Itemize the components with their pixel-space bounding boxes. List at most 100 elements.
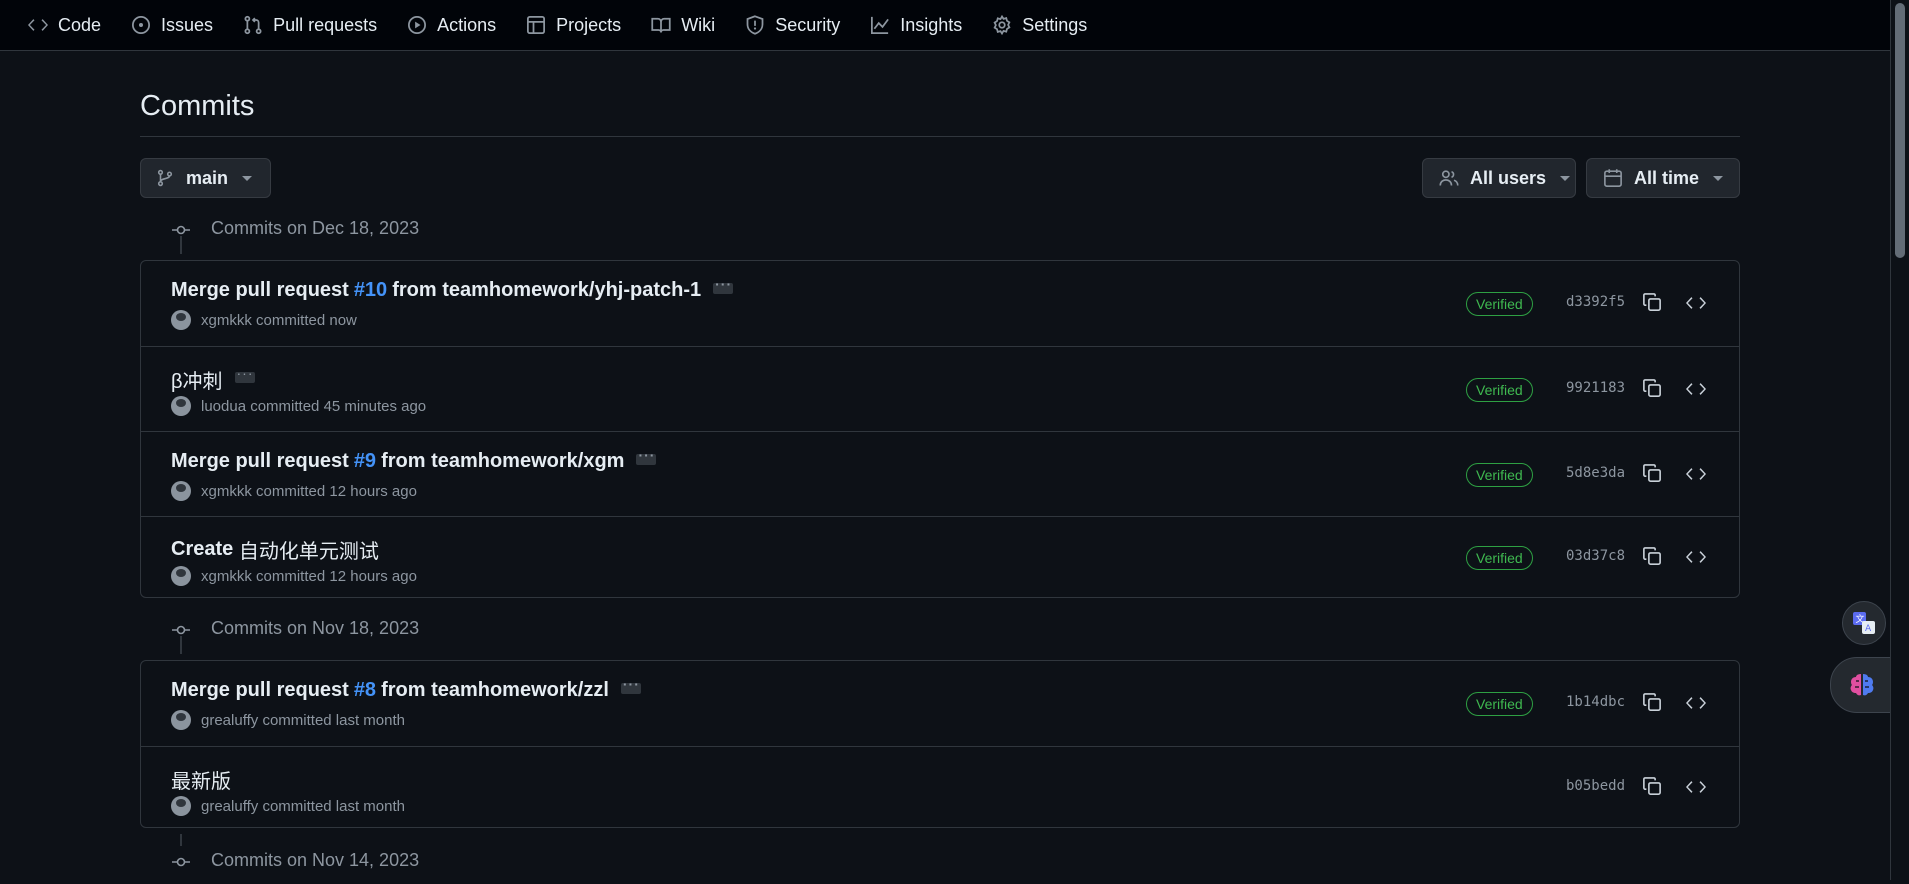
branch-selector-button[interactable]: main xyxy=(140,158,271,198)
avatar[interactable] xyxy=(171,566,191,586)
verified-badge[interactable]: Verified xyxy=(1466,292,1533,316)
translate-extension-button[interactable]: 文A xyxy=(1842,601,1886,645)
commit-row: Merge pull request #9 from teamhomework/… xyxy=(141,431,1739,516)
commit-author[interactable]: xgmkkk xyxy=(201,483,252,500)
tab-issues[interactable]: Issues xyxy=(121,7,223,43)
brain-icon xyxy=(1846,669,1878,701)
commit-meta: grealuffy committed last month xyxy=(171,796,405,816)
verified-badge[interactable]: Verified xyxy=(1466,692,1533,716)
commit-message[interactable]: Merge pull request #9 from teamhomework/… xyxy=(171,447,657,473)
commit-message-text: from teamhomework/xgm xyxy=(381,450,625,472)
svg-text:A: A xyxy=(1865,624,1872,634)
expand-description-button[interactable] xyxy=(713,276,734,294)
commit-row: β冲刺 luodua committed 45 minutes ago Veri… xyxy=(141,346,1739,431)
pull-request-link[interactable]: #9 xyxy=(354,450,376,473)
verified-badge[interactable]: Verified xyxy=(1466,546,1533,570)
commit-group-date: Commits on Nov 18, 2023 xyxy=(211,618,420,638)
commit-message-text: 最新版 xyxy=(171,771,231,793)
commit-action: committed xyxy=(256,311,326,329)
commit-action: committed xyxy=(262,711,332,729)
timeline-line xyxy=(180,834,182,846)
avatar[interactable] xyxy=(171,481,191,501)
browse-code-icon[interactable] xyxy=(1686,547,1706,572)
expand-description-button[interactable] xyxy=(620,676,641,694)
tab-settings[interactable]: Settings xyxy=(982,7,1097,43)
commit-author[interactable]: grealuffy xyxy=(201,712,258,729)
commit-time: 12 hours ago xyxy=(329,482,417,500)
commit-action: committed xyxy=(256,567,326,585)
commit-sha[interactable]: d3392f5 xyxy=(1566,294,1625,310)
commit-author[interactable]: luodua xyxy=(201,398,246,415)
avatar[interactable] xyxy=(171,710,191,730)
page-title: Commits xyxy=(140,90,255,122)
commit-author[interactable]: xgmkkk xyxy=(201,568,252,585)
book-icon xyxy=(651,15,681,35)
commit-sha[interactable]: 03d37c8 xyxy=(1566,548,1625,564)
commit-dot-icon xyxy=(172,855,190,873)
copy-icon[interactable] xyxy=(1642,692,1662,717)
ai-assistant-extension-button[interactable] xyxy=(1830,657,1894,713)
browse-code-icon[interactable] xyxy=(1686,777,1706,802)
tab-wiki-label: Wiki xyxy=(681,14,716,35)
commit-message[interactable]: Merge pull request #10 from teamhomework… xyxy=(171,276,734,302)
commit-message[interactable]: β冲刺 xyxy=(171,365,255,394)
tab-actions[interactable]: Actions xyxy=(397,7,506,43)
tab-settings-label: Settings xyxy=(1022,14,1088,35)
commit-dot-icon xyxy=(172,223,190,241)
commit-sha[interactable]: 9921183 xyxy=(1566,380,1625,396)
commit-sha[interactable]: 5d8e3da xyxy=(1566,465,1625,481)
tab-insights[interactable]: Insights xyxy=(860,7,972,43)
copy-icon[interactable] xyxy=(1642,463,1662,488)
commit-meta: luodua committed 45 minutes ago xyxy=(171,396,426,416)
copy-icon[interactable] xyxy=(1642,378,1662,403)
pull-request-link[interactable]: #10 xyxy=(354,279,387,302)
commit-message[interactable]: Merge pull request #8 from teamhomework/… xyxy=(171,676,641,702)
time-filter-label: All time xyxy=(1634,167,1700,188)
verified-badge[interactable]: Verified xyxy=(1466,463,1533,487)
commit-time: now xyxy=(329,311,357,329)
tab-security[interactable]: Security xyxy=(735,7,850,43)
avatar[interactable] xyxy=(171,396,191,416)
commit-row: Merge pull request #8 from teamhomework/… xyxy=(141,661,1739,746)
gear-icon xyxy=(992,15,1022,35)
avatar[interactable] xyxy=(171,796,191,816)
pull-request-link[interactable]: #8 xyxy=(354,679,376,702)
tab-projects[interactable]: Projects xyxy=(516,7,631,43)
users-filter-button[interactable]: All users xyxy=(1422,158,1576,198)
commit-sha[interactable]: 1b14dbc xyxy=(1566,694,1625,710)
tab-projects-label: Projects xyxy=(556,14,622,35)
commit-action: committed xyxy=(256,482,326,500)
expand-description-button[interactable] xyxy=(636,447,657,465)
browse-code-icon[interactable] xyxy=(1686,379,1706,404)
commit-author[interactable]: grealuffy xyxy=(201,798,258,815)
copy-icon[interactable] xyxy=(1642,776,1662,801)
commit-group-date: Commits on Nov 14, 2023 xyxy=(211,850,420,870)
commit-row: Create 自动化单元测试 xgmkkk committed 12 hours… xyxy=(141,516,1739,597)
commit-message[interactable]: 最新版 xyxy=(171,765,231,794)
page-scrollbar[interactable] xyxy=(1890,0,1909,880)
tab-issues-label: Issues xyxy=(161,14,214,35)
browse-code-icon[interactable] xyxy=(1686,293,1706,318)
commit-group-header: Commits on Nov 18, 2023 xyxy=(140,604,1740,654)
expand-description-button[interactable] xyxy=(234,365,255,383)
issue-icon xyxy=(131,15,161,35)
commit-author[interactable]: xgmkkk xyxy=(201,312,252,329)
commit-message-text: β冲刺 xyxy=(171,371,223,393)
browse-code-icon[interactable] xyxy=(1686,693,1706,718)
calendar-icon xyxy=(1603,168,1623,188)
tab-pull-requests-label: Pull requests xyxy=(273,14,378,35)
commit-message[interactable]: Create 自动化单元测试 xyxy=(171,535,379,564)
time-filter-button[interactable]: All time xyxy=(1586,158,1740,198)
copy-icon[interactable] xyxy=(1642,292,1662,317)
verified-badge[interactable]: Verified xyxy=(1466,378,1533,402)
tab-actions-label: Actions xyxy=(437,14,497,35)
avatar[interactable] xyxy=(171,310,191,330)
scrollbar-thumb[interactable] xyxy=(1895,3,1905,258)
commit-message-text: 自动化单元测试 xyxy=(238,541,379,563)
commit-sha[interactable]: b05bedd xyxy=(1566,778,1625,794)
copy-icon[interactable] xyxy=(1642,546,1662,571)
tab-wiki[interactable]: Wiki xyxy=(641,7,725,43)
tab-pull-requests[interactable]: Pull requests xyxy=(233,7,387,43)
tab-code[interactable]: Code xyxy=(18,7,111,43)
browse-code-icon[interactable] xyxy=(1686,464,1706,489)
